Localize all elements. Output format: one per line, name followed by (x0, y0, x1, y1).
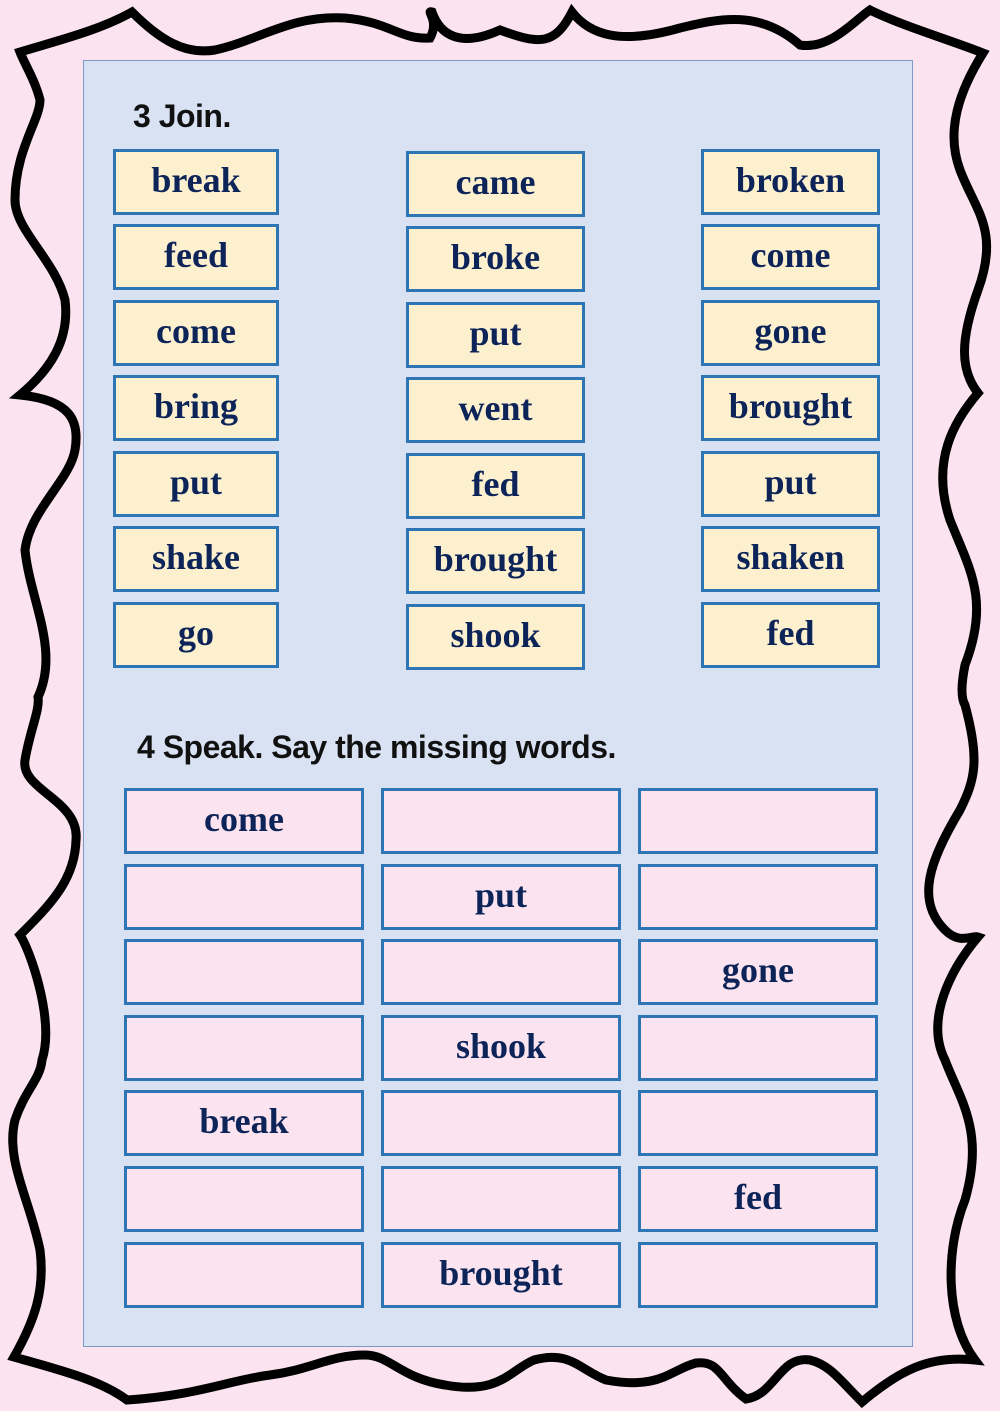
word-box-col1-row6[interactable]: shake (113, 526, 279, 592)
word-box-col2-row2[interactable]: broke (406, 226, 585, 292)
grid-cell-filled[interactable]: put (381, 864, 621, 930)
grid-cell-blank[interactable] (381, 1090, 621, 1156)
grid-cell-blank[interactable] (381, 1166, 621, 1232)
word-box-col3-row5[interactable]: put (701, 451, 880, 517)
word-box-col1-row1[interactable]: break (113, 149, 279, 215)
grid-cell-filled[interactable]: brought (381, 1242, 621, 1308)
grid-cell-blank[interactable] (638, 788, 878, 854)
word-box-col3-row3[interactable]: gone (701, 300, 880, 366)
grid-cell-blank[interactable] (638, 864, 878, 930)
grid-cell-filled[interactable]: come (124, 788, 364, 854)
grid-cell-blank[interactable] (124, 864, 364, 930)
word-box-col1-row7[interactable]: go (113, 602, 279, 668)
grid-cell-blank[interactable] (381, 939, 621, 1005)
grid-cell-blank[interactable] (638, 1015, 878, 1081)
grid-cell-blank[interactable] (381, 788, 621, 854)
word-box-col2-row1[interactable]: came (406, 151, 585, 217)
grid-cell-blank[interactable] (124, 1015, 364, 1081)
word-box-col3-row7[interactable]: fed (701, 602, 880, 668)
word-box-col3-row1[interactable]: broken (701, 149, 880, 215)
grid-cell-blank[interactable] (124, 939, 364, 1005)
grid-cell-blank[interactable] (638, 1242, 878, 1308)
word-box-col1-row5[interactable]: put (113, 451, 279, 517)
exercise-4-heading: 4 Speak. Say the missing words. (137, 729, 616, 765)
word-box-col3-row6[interactable]: shaken (701, 526, 880, 592)
word-box-col1-row4[interactable]: bring (113, 375, 279, 441)
word-box-col2-row3[interactable]: put (406, 302, 585, 368)
exercise-3-heading: 3 Join. (133, 98, 231, 134)
grid-cell-blank[interactable] (124, 1242, 364, 1308)
word-box-col2-row5[interactable]: fed (406, 453, 585, 519)
grid-cell-blank[interactable] (124, 1166, 364, 1232)
grid-cell-blank[interactable] (638, 1090, 878, 1156)
word-box-col2-row7[interactable]: shook (406, 604, 585, 670)
word-box-col3-row4[interactable]: brought (701, 375, 880, 441)
word-box-col3-row2[interactable]: come (701, 224, 880, 290)
grid-cell-filled[interactable]: break (124, 1090, 364, 1156)
word-box-col1-row2[interactable]: feed (113, 224, 279, 290)
word-box-col1-row3[interactable]: come (113, 300, 279, 366)
grid-cell-filled[interactable]: shook (381, 1015, 621, 1081)
word-box-col2-row4[interactable]: went (406, 377, 585, 443)
word-box-col2-row6[interactable]: brought (406, 528, 585, 594)
grid-cell-filled[interactable]: gone (638, 939, 878, 1005)
grid-cell-filled[interactable]: fed (638, 1166, 878, 1232)
